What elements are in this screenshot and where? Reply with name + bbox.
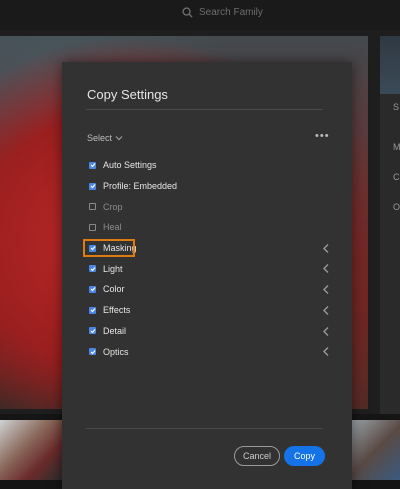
select-label: Select xyxy=(87,133,113,143)
chevron-down-icon xyxy=(115,136,123,141)
setting-row[interactable]: Effects xyxy=(86,300,331,321)
setting-row[interactable]: Profile: Embedded xyxy=(86,176,331,197)
checkmark-icon xyxy=(90,287,95,292)
chevron-left-icon[interactable] xyxy=(321,305,331,316)
chevron-left-icon[interactable] xyxy=(321,326,331,337)
divider xyxy=(86,428,323,429)
chevron-left-icon[interactable] xyxy=(321,284,331,295)
cancel-button[interactable]: Cancel xyxy=(234,446,280,466)
panel-letter: O xyxy=(393,202,400,212)
more-icon[interactable]: ••• xyxy=(315,130,330,142)
setting-checkbox[interactable] xyxy=(89,285,96,293)
filmstrip-thumbnail[interactable] xyxy=(0,420,62,480)
setting-checkbox[interactable] xyxy=(89,244,96,252)
chevron-left-icon[interactable] xyxy=(321,263,331,274)
search-icon xyxy=(182,7,193,18)
setting-label: Effects xyxy=(103,305,131,316)
divider xyxy=(86,109,323,110)
copy-settings-dialog: Copy Settings Select ••• Auto Settings Pr… xyxy=(62,62,352,489)
checkmark-icon xyxy=(90,349,95,354)
setting-checkbox[interactable] xyxy=(89,182,96,190)
setting-label: Light xyxy=(103,263,123,274)
setting-checkbox[interactable] xyxy=(89,203,96,211)
setting-label: Heal xyxy=(103,222,122,233)
copy-button[interactable]: Copy xyxy=(284,446,325,466)
checkmark-icon xyxy=(90,308,95,313)
setting-row[interactable]: Heal xyxy=(86,217,331,238)
search-placeholder: Search Family xyxy=(199,7,263,18)
setting-checkbox[interactable] xyxy=(89,161,96,169)
setting-checkbox[interactable] xyxy=(89,265,96,273)
panel-letter: C xyxy=(393,172,400,182)
setting-checkbox[interactable] xyxy=(89,327,96,335)
panel-letter: S xyxy=(393,102,400,112)
setting-label: Crop xyxy=(103,201,123,212)
setting-label: Masking xyxy=(103,243,137,254)
panel-letter: M xyxy=(393,142,400,152)
checkmark-icon xyxy=(90,163,95,168)
filmstrip-thumbnail[interactable] xyxy=(352,420,400,480)
checkmark-icon xyxy=(90,246,95,251)
checkmark-icon xyxy=(90,266,95,272)
search-field[interactable]: Search Family xyxy=(182,7,263,18)
setting-checkbox[interactable] xyxy=(89,348,96,356)
settings-list: Auto Settings Profile: Embedded Crop Heal Ma… xyxy=(83,155,331,362)
setting-row[interactable]: Light xyxy=(86,258,331,279)
setting-label: Profile: Embedded xyxy=(103,181,178,192)
setting-label: Auto Settings xyxy=(103,160,157,171)
chevron-left-icon[interactable] xyxy=(321,243,331,254)
chevron-left-icon[interactable] xyxy=(321,346,331,357)
setting-checkbox[interactable] xyxy=(89,306,96,314)
setting-row[interactable]: Masking xyxy=(83,238,331,259)
setting-row[interactable]: Color xyxy=(86,279,331,300)
setting-label: Color xyxy=(103,284,125,295)
dialog-title: Copy Settings xyxy=(87,87,168,102)
setting-label: Optics xyxy=(103,346,129,357)
setting-row[interactable]: Detail xyxy=(86,321,331,342)
histogram xyxy=(380,36,400,94)
setting-label: Detail xyxy=(103,325,127,336)
setting-row[interactable]: Optics xyxy=(86,341,331,362)
select-dropdown[interactable]: Select xyxy=(87,133,123,143)
setting-row[interactable]: Crop xyxy=(86,196,331,217)
top-bar: Search Family xyxy=(0,0,400,30)
setting-checkbox[interactable] xyxy=(89,223,96,231)
checkmark-icon xyxy=(90,184,95,189)
setting-row[interactable]: Auto Settings xyxy=(86,155,331,176)
checkmark-icon xyxy=(90,328,95,334)
